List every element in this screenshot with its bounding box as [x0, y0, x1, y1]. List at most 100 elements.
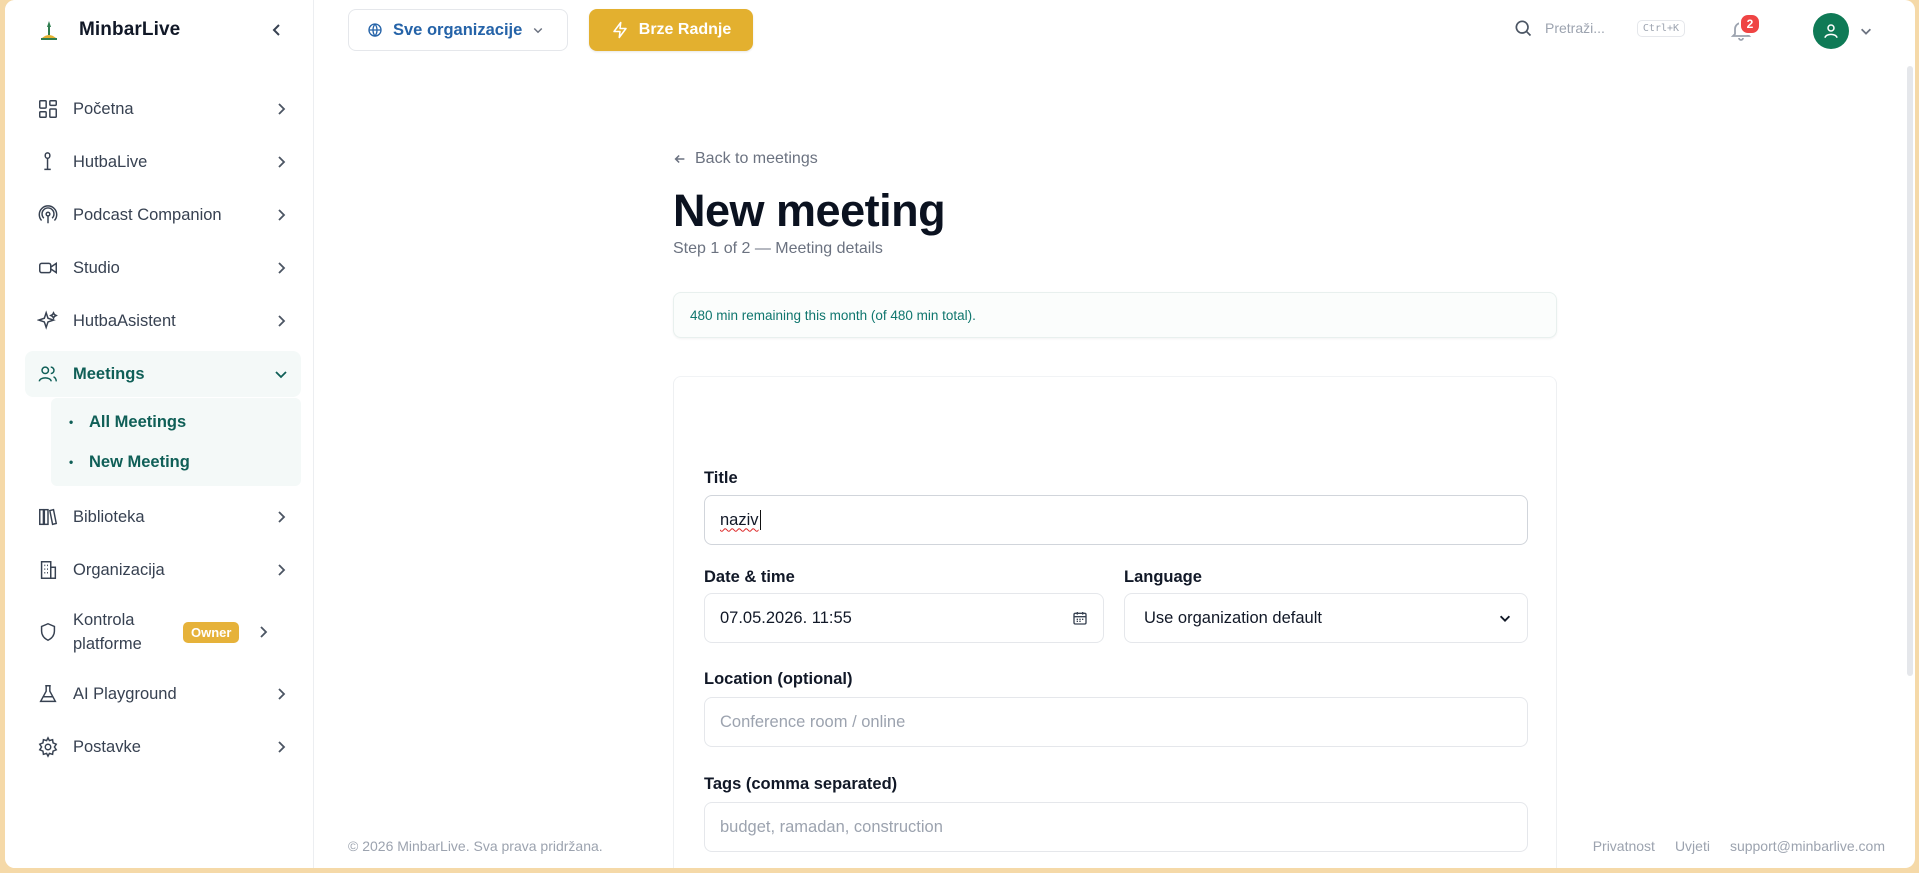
datetime-input[interactable]: 07.05.2026. 11:55 — [704, 593, 1104, 643]
sidebar-item-label: Postavke — [73, 737, 141, 756]
chevron-right-icon — [278, 156, 286, 168]
location-placeholder: Conference room / online — [720, 712, 906, 731]
location-label: Location (optional) — [704, 670, 853, 688]
title-input[interactable]: naziv — [704, 495, 1528, 545]
shield-icon — [40, 622, 56, 642]
chevron-right-icon — [278, 103, 286, 115]
notifications-count-badge: 2 — [1739, 13, 1761, 35]
datetime-value: 07.05.2026. 11:55 — [720, 608, 852, 627]
sidebar-item-label: AI Playground — [73, 684, 177, 703]
globe-icon — [368, 23, 382, 38]
calendar-icon[interactable] — [1072, 610, 1088, 626]
organization-selector-label: Sve organizacije — [393, 20, 523, 39]
sidebar-item-pocetna[interactable]: Početna — [25, 86, 301, 132]
users-icon — [38, 366, 57, 382]
vertical-scrollbar[interactable] — [1907, 66, 1913, 676]
back-link-label: Back to meetings — [695, 150, 818, 167]
chevron-right-icon — [278, 688, 286, 700]
chevron-right-icon — [278, 315, 286, 327]
dashboard-grid-icon — [39, 100, 57, 118]
footer-link-support-email[interactable]: support@minbarlive.com — [1730, 838, 1885, 854]
library-books-icon — [39, 508, 58, 526]
text-caret — [759, 510, 761, 530]
global-search[interactable]: Pretraži... Ctrl+K — [1513, 18, 1686, 38]
language-select[interactable]: Use organization default — [1124, 593, 1528, 643]
search-icon — [1515, 20, 1532, 37]
user-avatar[interactable] — [1813, 13, 1849, 49]
sidebar-item-podcast-companion[interactable]: Podcast Companion — [25, 192, 301, 238]
sidebar-subitem-new-meeting[interactable]: • New Meeting — [51, 442, 301, 482]
sidebar-item-hutbalive[interactable]: HutbaLive — [25, 139, 301, 185]
sidebar-item-biblioteka[interactable]: Biblioteka — [25, 494, 301, 540]
meeting-details-form: Title naziv Date & time 07.05.2026. 11:5… — [673, 376, 1557, 868]
flask-icon — [39, 685, 57, 703]
collapse-sidebar-chevron-left-icon[interactable] — [267, 20, 287, 40]
minutes-remaining-notice: 480 min remaining this month (of 480 min… — [673, 292, 1557, 338]
chevron-right-icon — [278, 262, 286, 274]
quick-actions-button[interactable]: Brze Radnje — [589, 9, 753, 51]
quick-actions-label: Brze Radnje — [638, 21, 732, 38]
footer-link-uvjeti[interactable]: Uvjeti — [1675, 838, 1710, 854]
brand[interactable]: MinbarLive — [37, 18, 180, 42]
search-placeholder: Pretraži... — [1545, 20, 1605, 36]
sparkles-icon — [37, 310, 58, 330]
chevron-down-icon — [275, 371, 287, 379]
sidebar-item-label: HutbaLive — [73, 152, 148, 171]
chevron-right-icon — [278, 564, 286, 576]
sidebar-item-label: Početna — [73, 99, 134, 118]
brand-name: MinbarLive — [79, 19, 181, 40]
sidebar-item-meetings[interactable]: Meetings — [25, 351, 301, 397]
microphone-stand-icon — [44, 152, 51, 171]
minbar-logo-icon — [41, 21, 57, 40]
sidebar: MinbarLive Početna HutbaLive Podcast Com… — [5, 0, 314, 868]
tags-input[interactable]: budget, ramadan, construction — [704, 802, 1528, 852]
page-title: New meeting — [673, 185, 946, 236]
sidebar-subitem-all-meetings[interactable]: • All Meetings — [51, 402, 301, 442]
organization-selector[interactable]: Sve organizacije — [348, 9, 568, 51]
chevron-right-icon — [278, 511, 286, 523]
main-content: Back to meetings New meeting Step 1 of 2… — [313, 60, 1915, 868]
location-input[interactable]: Conference room / online — [704, 697, 1528, 747]
search-shortcut-hint: Ctrl+K — [1636, 19, 1686, 37]
chevron-right-icon — [260, 626, 268, 638]
sidebar-item-hutbaasistent[interactable]: HutbaAsistent — [25, 298, 301, 344]
tags-label: Tags (comma separated) — [704, 775, 898, 793]
sidebar-item-organizacija[interactable]: Organizacija — [25, 547, 301, 593]
sidebar-item-label: Kontrola platforme — [73, 611, 142, 653]
datetime-label: Date & time — [704, 568, 795, 586]
sidebar-item-label: HutbaAsistent — [73, 311, 176, 330]
sidebar-item-kontrola-platforme[interactable]: Kontrola platforme Owner — [25, 600, 301, 664]
chevron-down-icon — [534, 27, 543, 34]
meetings-submenu: • All Meetings • New Meeting — [51, 398, 301, 486]
back-to-meetings-link[interactable]: Back to meetings — [673, 150, 818, 168]
bullet-dot-icon: • — [69, 455, 74, 469]
sidebar-item-label: Organizacija — [73, 560, 165, 579]
owner-badge: Owner — [183, 621, 240, 643]
footer-copyright: © 2026 MinbarLive. Sva prava pridržana. — [348, 838, 603, 854]
sidebar-item-studio[interactable]: Studio — [25, 245, 301, 291]
settings-gear-icon — [38, 736, 58, 758]
chevron-down-icon[interactable] — [1859, 24, 1873, 38]
video-camera-icon — [39, 262, 57, 274]
chevron-right-icon — [278, 741, 286, 753]
step-indicator: Step 1 of 2 — Meeting details — [673, 240, 883, 257]
lightning-bolt-icon — [613, 21, 627, 39]
sidebar-item-label: Podcast Companion — [73, 205, 222, 224]
title-label: Title — [704, 469, 738, 487]
footer-link-privatnost[interactable]: Privatnost — [1593, 838, 1655, 854]
sidebar-item-ai-playground[interactable]: AI Playground — [25, 671, 301, 717]
tags-placeholder: budget, ramadan, construction — [720, 817, 943, 836]
sidebar-item-postavke[interactable]: Postavke — [25, 724, 301, 770]
footer-links: Privatnost Uvjeti support@minbarlive.com — [1593, 838, 1885, 854]
podcast-icon — [38, 205, 58, 224]
app-window: MinbarLive Početna HutbaLive Podcast Com… — [5, 0, 1915, 868]
building-icon — [40, 561, 57, 579]
bullet-dot-icon: • — [69, 415, 74, 429]
sidebar-item-label: Biblioteka — [73, 507, 145, 526]
top-bar: Sve organizacije Brze Radnje Pretraži...… — [313, 0, 1915, 60]
user-icon — [1824, 24, 1838, 39]
title-input-value: naziv — [720, 510, 759, 529]
arrow-left-icon — [674, 154, 685, 164]
sidebar-item-label: Studio — [73, 258, 120, 277]
chevron-right-icon — [278, 209, 286, 221]
